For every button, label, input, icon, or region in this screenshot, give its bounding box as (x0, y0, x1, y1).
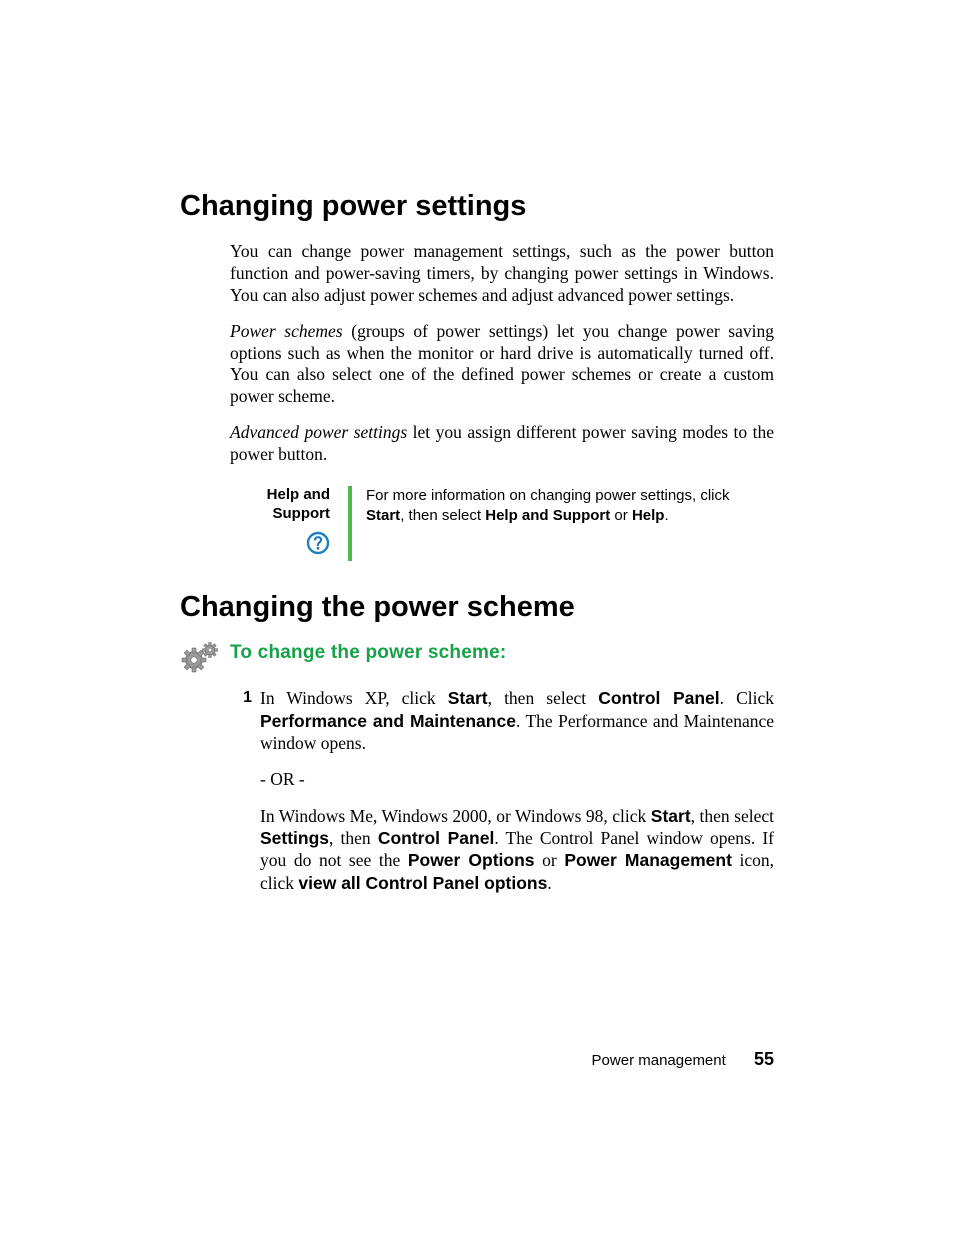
step-1-paragraph-b: In Windows Me, Windows 2000, or Windows … (260, 805, 774, 895)
callout-text-suffix: . (664, 507, 668, 524)
s1a-mid2: . Click (720, 688, 774, 708)
s1b-power-management: Power Management (564, 850, 732, 870)
s1b-power-options: Power Options (408, 850, 535, 870)
step-1: 1 In Windows XP, click Start, then selec… (230, 687, 774, 908)
intro-paragraph-2: Power schemes (groups of power settings)… (230, 321, 774, 409)
task-row: To change the power scheme: (180, 642, 774, 679)
s1a-perf-maint: Performance and Maintenance (260, 711, 516, 731)
gear-icon-cell (180, 642, 230, 679)
s1a-mid1: , then select (488, 688, 599, 708)
heading-changing-power-scheme: Changing the power scheme (180, 591, 774, 624)
callout-help-bold: Help (632, 507, 665, 524)
s1b-pre: In Windows Me, Windows 2000, or Windows … (260, 806, 651, 826)
footer-page-number: 55 (754, 1049, 774, 1069)
s1b-start: Start (651, 806, 691, 826)
advanced-power-settings-term: Advanced power settings (230, 422, 407, 442)
intro-paragraph-1: You can change power management settings… (230, 241, 774, 307)
callout-text-prefix: For more information on changing power s… (366, 487, 730, 504)
s1b-settings: Settings (260, 828, 329, 848)
step-1-or: - OR - (260, 768, 774, 790)
callout-text-mid1: , then select (400, 507, 485, 524)
s1b-mid2: , then (329, 828, 378, 848)
callout-label-line2: Support (230, 505, 330, 524)
step-1-paragraph-a: In Windows XP, click Start, then select … (260, 687, 774, 754)
callout-text-mid2: or (610, 507, 632, 524)
s1b-control-panel: Control Panel (378, 828, 495, 848)
s1a-control-panel: Control Panel (598, 688, 719, 708)
step-1-body: In Windows XP, click Start, then select … (260, 687, 774, 908)
s1b-mid4: or (535, 850, 565, 870)
callout-help-and-support-bold: Help and Support (485, 507, 610, 524)
task-heading: To change the power scheme: (230, 642, 506, 664)
help-question-icon (306, 531, 330, 561)
s1a-pre: In Windows XP, click (260, 688, 448, 708)
callout-start-bold: Start (366, 507, 400, 524)
page-footer: Power management 55 (592, 1049, 774, 1070)
document-page: Changing power settings You can change p… (0, 0, 954, 1235)
intro-paragraph-3: Advanced power settings let you assign d… (230, 422, 774, 466)
gear-icon (180, 661, 220, 678)
heading-changing-power-settings: Changing power settings (180, 190, 774, 223)
s1b-mid1: , then select (691, 806, 774, 826)
s1a-start: Start (448, 688, 488, 708)
step-1-number: 1 (230, 687, 260, 908)
help-support-callout: Help and Support For more information on… (230, 486, 774, 561)
callout-text: For more information on changing power s… (352, 486, 736, 561)
s1b-post: . (547, 873, 551, 893)
callout-label-line1: Help and (230, 486, 330, 505)
callout-label: Help and Support (230, 486, 348, 561)
power-schemes-term: Power schemes (230, 321, 343, 341)
footer-chapter: Power management (592, 1052, 726, 1069)
intro-block: You can change power management settings… (230, 241, 774, 466)
s1b-view-all: view all Control Panel options (298, 873, 547, 893)
